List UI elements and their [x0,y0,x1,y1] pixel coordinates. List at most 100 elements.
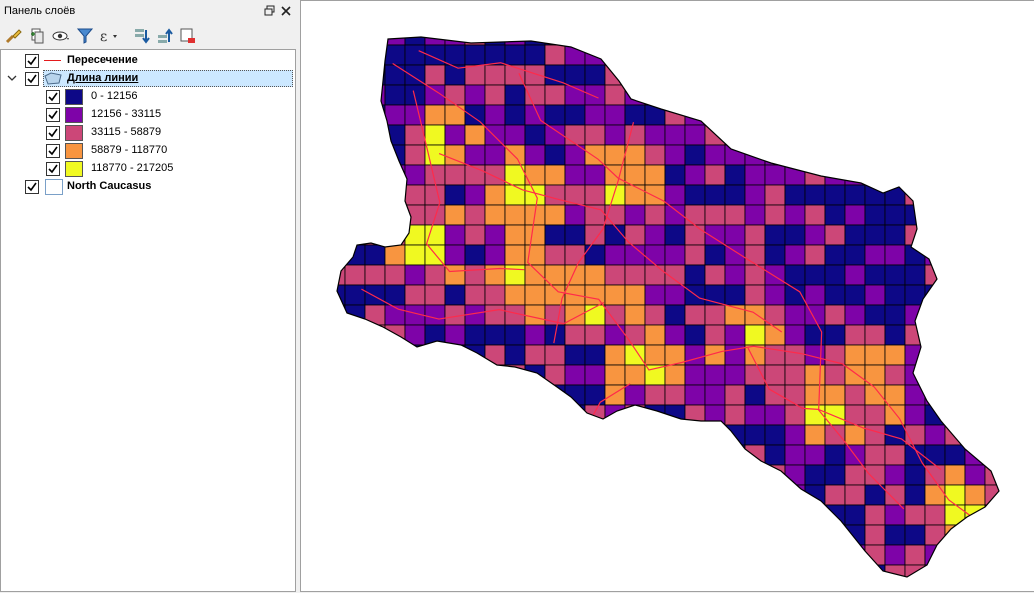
grid-cell [704,564,726,577]
grid-cell [764,37,786,46]
grid-cell [604,524,626,546]
grid-cell [784,204,806,226]
grid-cell [484,424,506,446]
filter-legend-icon[interactable] [75,26,95,46]
grid-cell [584,384,606,406]
expand-all-icon[interactable] [132,26,152,46]
restore-icon[interactable] [263,4,277,18]
grid-cell [337,304,346,326]
grid-cell [924,344,946,366]
grid-cell [464,84,486,106]
grid-cell [584,37,606,46]
close-icon[interactable] [279,4,293,18]
legend-class-row[interactable]: 12156 - 33115 [1,106,295,124]
grid-cell [337,464,346,486]
class-label: 58879 - 118770 [91,144,168,156]
layer-row-north-caucasus[interactable]: North Caucasus [1,178,295,196]
grid-cell [885,585,905,591]
remove-layer-icon[interactable] [178,26,198,46]
grid-cell [405,585,425,591]
grid-cell [464,184,486,206]
grid-cell [984,324,999,346]
grid-cell [604,564,626,577]
layer-row-intersection[interactable]: Пересечение [1,52,295,70]
grid-cell [524,264,546,286]
expression-filter-icon[interactable]: ε [98,26,118,46]
grid-cell [337,37,346,46]
grid-cell [865,5,885,25]
map-view[interactable] [301,1,1033,591]
grid-cell [564,444,586,466]
collapse-all-icon[interactable] [155,26,175,46]
grid-cell [844,84,866,106]
grid-cell [337,84,346,106]
grid-cell [924,324,946,346]
grid-cell [824,564,846,577]
grid-cell [684,464,706,486]
grid-cell [584,184,606,206]
grid-cell [584,84,606,106]
grid-cell [465,5,485,25]
grid-cell [964,364,986,386]
grid-cell [424,564,446,577]
layer-checkbox[interactable] [25,72,39,86]
grid-cell [824,384,846,406]
grid-cell [624,284,646,306]
grid-cell [1005,445,1025,465]
grid-cell [744,564,766,577]
add-group-icon[interactable] [27,26,47,46]
grid-cell [904,44,926,66]
style-manager-icon[interactable] [4,26,24,46]
grid-cell [884,244,906,266]
grid-cell [864,44,886,66]
map-canvas[interactable] [300,0,1034,592]
legend-class-row[interactable]: 118770 - 217205 [1,160,295,178]
grid-cell [337,444,346,466]
legend-class-row[interactable]: 58879 - 118770 [1,142,295,160]
class-checkbox[interactable] [46,144,60,158]
grid-cell [944,244,966,266]
grid-cell [784,464,806,486]
grid-cell [384,264,406,286]
layer-checkbox[interactable] [25,54,39,68]
grid-cell [444,344,466,366]
grid-cell [664,284,686,306]
legend-class-row[interactable]: 0 - 12156 [1,88,295,106]
grid-cell [544,184,566,206]
layer-row-line-length[interactable]: Длина линии [1,70,295,88]
chevron-down-icon[interactable] [7,73,17,83]
grid-cell [804,544,826,566]
grid-cell [704,44,726,66]
grid-cell [504,324,526,346]
grid-cell [444,264,466,286]
grid-cell [584,444,606,466]
class-checkbox[interactable] [46,162,60,176]
legend-class-row[interactable]: 33115 - 58879 [1,124,295,142]
grid-cell [844,284,866,306]
grid-cell [924,284,946,306]
class-checkbox[interactable] [46,126,60,140]
grid-cell [384,44,406,66]
grid-cell [604,484,626,506]
grid-cell [964,304,986,326]
grid-cell [385,585,405,591]
grid-cell [424,444,446,466]
grid-cell [484,64,506,86]
grid-cell [864,404,886,426]
class-checkbox[interactable] [46,90,60,104]
class-checkbox[interactable] [46,108,60,122]
grid-cell [384,564,406,577]
grid-cell [884,304,906,326]
grid-cell [924,304,946,326]
grid-cell [644,304,666,326]
visibility-icon[interactable] [51,26,71,46]
grid-cell [344,504,366,526]
grid-cell [364,404,386,426]
grid-cell [864,37,886,46]
grid-cell [765,5,785,25]
grid-cell [424,404,446,426]
grid-cell [1005,345,1025,365]
layer-checkbox[interactable] [25,180,39,194]
grid-cell [624,304,646,326]
grid-cell [984,64,999,86]
